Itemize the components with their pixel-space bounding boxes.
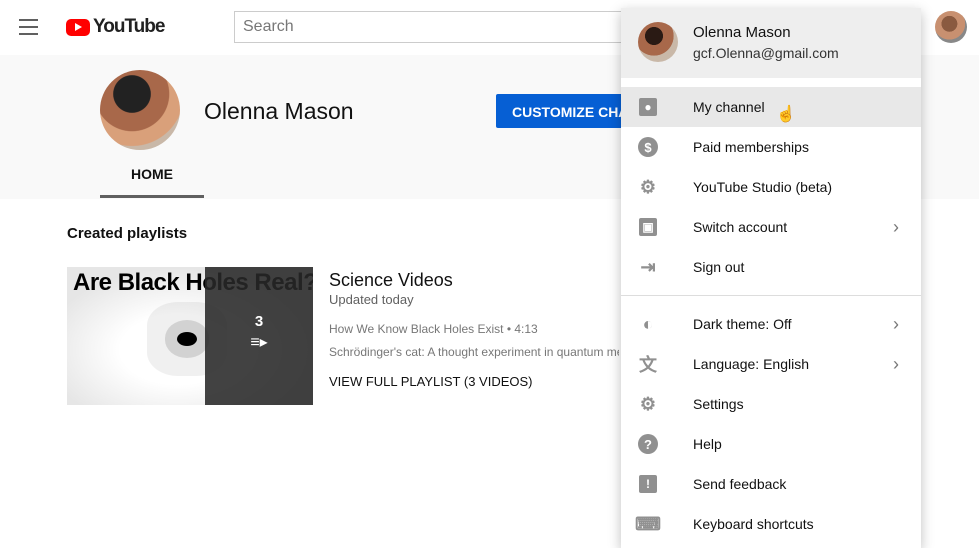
playlist-video[interactable]: How We Know Black Holes Exist • 4:13 (329, 322, 619, 336)
menu-icon[interactable] (19, 19, 38, 35)
chevron-right-icon: › (893, 313, 899, 334)
customize-channel-button[interactable]: CUSTOMIZE CHANNEL (496, 94, 636, 128)
chevron-right-icon: › (893, 353, 899, 374)
menu-item-language[interactable]: 文 Language: English › (621, 344, 921, 384)
help-icon: ? (637, 433, 659, 455)
playlist-count-overlay: 3 ≡▸ (205, 267, 313, 405)
menu-item-label: Sign out (693, 259, 745, 275)
feedback-icon: ! (637, 473, 659, 495)
menu-item-label: Language: English (693, 356, 809, 372)
menu-item-label: YouTube Studio (beta) (693, 179, 833, 195)
menu-item-sign-out[interactable]: ⇥ Sign out (621, 247, 921, 287)
chevron-right-icon: › (893, 216, 899, 237)
menu-item-label: Keyboard shortcuts (693, 516, 814, 532)
menu-item-youtube-studio[interactable]: ⚙ YouTube Studio (beta) (621, 167, 921, 207)
account-menu: Olenna Mason gcf.Olenna@gmail.com ● My ch… (621, 8, 921, 548)
menu-item-keyboard-shortcuts[interactable]: ⌨ Keyboard shortcuts (621, 504, 921, 544)
video-count: 3 (254, 313, 264, 330)
menu-item-help[interactable]: ? Help (621, 424, 921, 464)
play-icon (66, 18, 90, 36)
menu-divider (621, 295, 921, 296)
menu-item-label: Help (693, 436, 722, 452)
menu-item-send-feedback[interactable]: ! Send feedback (621, 464, 921, 504)
dollar-icon: $ (637, 136, 659, 158)
sign-out-icon: ⇥ (640, 256, 656, 277)
playlist-title[interactable]: Science Videos (329, 270, 453, 291)
view-full-playlist-link[interactable]: VIEW FULL PLAYLIST (3 VIDEOS) (329, 374, 533, 389)
dark-theme-icon: ◐ (642, 313, 654, 334)
gear-icon: ⚙ (639, 176, 657, 197)
channel-name: Olenna Mason (204, 98, 354, 124)
playlist-updated: Updated today (329, 292, 414, 307)
section-title: Created playlists (67, 225, 188, 242)
account-name: Olenna Mason (693, 24, 791, 41)
menu-item-my-channel[interactable]: ● My channel (621, 87, 921, 127)
menu-item-paid-memberships[interactable]: $ Paid memberships (621, 127, 921, 167)
tab-home[interactable]: HOME (100, 166, 204, 182)
menu-item-label: Switch account (693, 219, 788, 235)
playlist-icon: ≡▸ (250, 334, 268, 351)
channel-avatar (100, 70, 180, 150)
playlist-video[interactable]: Schrödinger's cat: A thought experiment … (329, 345, 619, 359)
menu-item-label: Dark theme: Off (693, 316, 792, 332)
active-tab-indicator (100, 195, 204, 198)
menu-avatar (638, 22, 678, 62)
menu-item-label: Paid memberships (693, 139, 809, 155)
menu-item-label: Send feedback (693, 476, 787, 492)
account-avatar[interactable] (935, 11, 967, 43)
person-box-icon: ● (637, 96, 659, 118)
playlist-thumbnail[interactable]: Are Black Holes Real? 3 ≡▸ (67, 267, 313, 405)
translate-icon: 文 (639, 355, 657, 375)
menu-item-switch-account[interactable]: ▣ Switch account › (621, 207, 921, 247)
logo-text: YouTube (93, 16, 165, 37)
black-hole-image (177, 332, 197, 346)
account-email: gcf.Olenna@gmail.com (693, 45, 839, 61)
menu-item-label: Settings (693, 396, 744, 412)
menu-item-settings[interactable]: ⚙ Settings (621, 384, 921, 424)
youtube-logo[interactable]: YouTube (66, 16, 165, 38)
menu-item-label: My channel (693, 99, 765, 115)
switch-account-icon: ▣ (637, 216, 659, 238)
menu-item-dark-theme[interactable]: ◐ Dark theme: Off › (621, 304, 921, 344)
gear-icon: ⚙ (639, 393, 657, 414)
keyboard-icon: ⌨ (635, 513, 661, 534)
search-input[interactable]: Search (234, 11, 654, 43)
hand-cursor-icon: ☝ (776, 106, 796, 123)
account-header: Olenna Mason gcf.Olenna@gmail.com (621, 8, 921, 78)
